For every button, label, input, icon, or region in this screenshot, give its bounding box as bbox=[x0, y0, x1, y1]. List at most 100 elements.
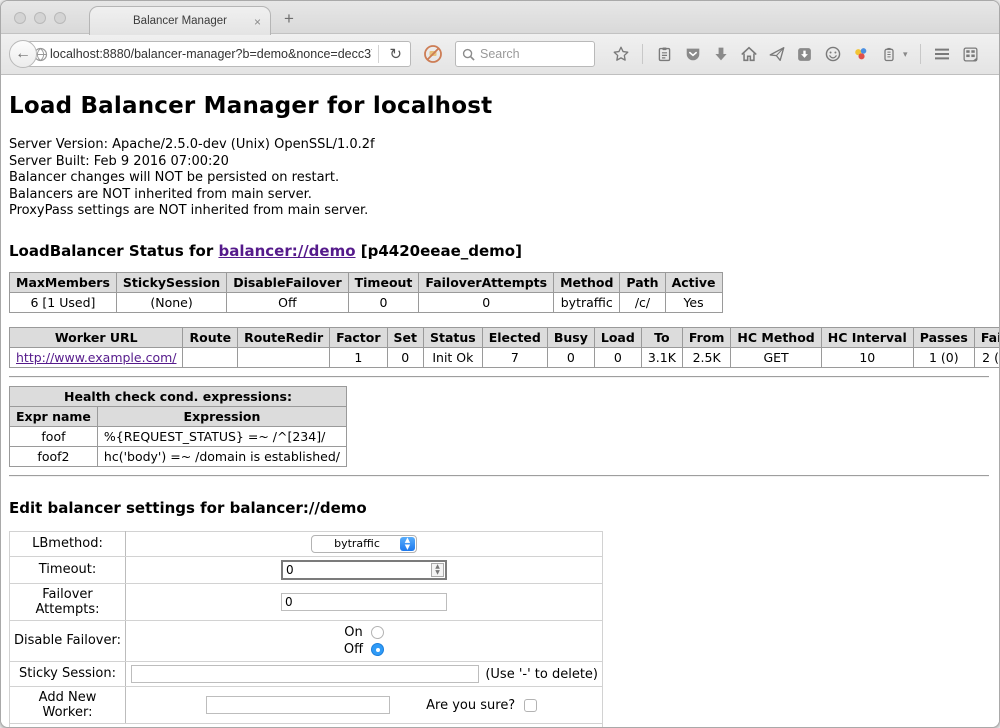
browser-window: Balancer Manager × + ← ↻ bbox=[0, 0, 1000, 728]
send-icon[interactable] bbox=[767, 45, 786, 64]
worker-url-link[interactable]: http://www.example.com/ bbox=[16, 350, 176, 365]
sticky-session-row: Sticky Session: (Use '-' to delete) bbox=[10, 661, 603, 686]
cell-expr-name: foof bbox=[10, 426, 98, 446]
failover-on-radio[interactable] bbox=[371, 626, 384, 639]
failover-off-radio[interactable] bbox=[371, 643, 384, 656]
home-icon[interactable] bbox=[739, 45, 758, 64]
cell-factor: 1 bbox=[330, 347, 387, 367]
submit-row: Submit bbox=[10, 723, 603, 728]
cell-expression: %{REQUEST_STATUS} =~ /^[234]/ bbox=[97, 426, 346, 446]
url-input[interactable] bbox=[50, 47, 372, 61]
toolbar-separator bbox=[920, 44, 921, 64]
loadbalancer-status-heading: LoadBalancer Status for balancer://demo … bbox=[9, 242, 989, 260]
url-bar[interactable]: ↻ bbox=[27, 41, 411, 67]
zoom-window-button[interactable] bbox=[54, 12, 66, 24]
col-worker-url: Worker URL bbox=[10, 327, 183, 347]
search-input[interactable] bbox=[480, 47, 588, 61]
worker-table: Worker URL Route RouteRedir Factor Set S… bbox=[9, 327, 999, 368]
col-route: Route bbox=[183, 327, 238, 347]
tab-balancer-manager[interactable]: Balancer Manager × bbox=[89, 6, 271, 35]
cell-active: Yes bbox=[665, 292, 722, 312]
cell-maxmembers: 6 [1 Used] bbox=[10, 292, 117, 312]
add-worker-input[interactable] bbox=[206, 696, 390, 714]
minimize-window-button[interactable] bbox=[34, 12, 46, 24]
are-you-sure-label: Are you sure? bbox=[426, 698, 515, 713]
col-disablefailover: DisableFailover bbox=[227, 272, 348, 292]
close-window-button[interactable] bbox=[14, 12, 26, 24]
search-bar[interactable] bbox=[455, 41, 595, 67]
cell-busy: 0 bbox=[547, 347, 594, 367]
cell-method: bytraffic bbox=[554, 292, 620, 312]
col-to: To bbox=[641, 327, 682, 347]
timeout-input[interactable] bbox=[286, 563, 431, 577]
edit-balancer-form: LBmethod: bytraffic ▲▼ Timeout: ▲▼ bbox=[9, 531, 603, 728]
smiley-icon[interactable] bbox=[823, 45, 842, 64]
col-elected: Elected bbox=[482, 327, 547, 347]
disable-failover-row: Disable Failover: On Off bbox=[10, 620, 603, 661]
cell-load: 0 bbox=[594, 347, 641, 367]
downloads-icon[interactable] bbox=[711, 45, 730, 64]
cell-hc-interval: 10 bbox=[821, 347, 913, 367]
health-table-row: foof2 hc('body') =~ /domain is establish… bbox=[10, 446, 347, 466]
separator bbox=[9, 475, 989, 477]
server-info: Server Version: Apache/2.5.0-dev (Unix) … bbox=[9, 137, 989, 220]
cell-timeout: 0 bbox=[348, 292, 419, 312]
col-method: Method bbox=[554, 272, 620, 292]
pocket-icon[interactable] bbox=[683, 45, 702, 64]
chevron-down-icon[interactable]: ▾ bbox=[903, 49, 908, 60]
cell-elected: 7 bbox=[482, 347, 547, 367]
select-stepper-icon: ▲▼ bbox=[400, 537, 415, 551]
cell-path: /c/ bbox=[620, 292, 665, 312]
reading-list-icon[interactable] bbox=[655, 45, 674, 64]
reload-icon[interactable]: ↻ bbox=[385, 47, 406, 62]
menu-icon[interactable] bbox=[933, 45, 952, 64]
cell-passes: 1 (0) bbox=[913, 347, 974, 367]
lbmethod-label: LBmethod: bbox=[10, 531, 126, 556]
worker-table-header-row: Worker URL Route RouteRedir Factor Set S… bbox=[10, 327, 1000, 347]
toolbar-icons: ▾ bbox=[611, 44, 980, 64]
extension-download-icon[interactable] bbox=[795, 45, 814, 64]
page-content: Load Balancer Manager for localhost Serv… bbox=[1, 75, 999, 728]
separator bbox=[9, 376, 989, 378]
status-heading-prefix: LoadBalancer Status for bbox=[9, 242, 218, 260]
col-hc-method: HC Method bbox=[731, 327, 821, 347]
number-spinner-icon[interactable]: ▲▼ bbox=[431, 563, 444, 577]
content-blocked-icon[interactable] bbox=[423, 44, 443, 64]
close-tab-icon[interactable]: × bbox=[254, 15, 261, 29]
health-check-table: Health check cond. expressions: Expr nam… bbox=[9, 386, 347, 467]
worker-table-row: http://www.example.com/ 1 0 Init Ok 7 0 … bbox=[10, 347, 1000, 367]
timeout-label: Timeout: bbox=[10, 556, 126, 583]
col-failoverattempts: FailoverAttempts bbox=[419, 272, 554, 292]
cell-expression: hc('body') =~ /domain is established/ bbox=[97, 446, 346, 466]
are-you-sure-checkbox[interactable] bbox=[524, 699, 537, 712]
cell-disablefailover: Off bbox=[227, 292, 348, 312]
proxypass-note-line: ProxyPass settings are NOT inherited fro… bbox=[9, 203, 989, 220]
lbmethod-select[interactable]: bytraffic ▲▼ bbox=[311, 535, 417, 553]
timeout-row: Timeout: ▲▼ bbox=[10, 556, 603, 583]
bookmark-star-icon[interactable] bbox=[611, 45, 630, 64]
col-set: Set bbox=[387, 327, 423, 347]
server-built-line: Server Built: Feb 9 2016 07:00:20 bbox=[9, 154, 989, 171]
back-button[interactable]: ← bbox=[9, 40, 37, 68]
health-table-title-row: Health check cond. expressions: bbox=[10, 386, 347, 406]
navigation-toolbar: ← ↻ bbox=[1, 34, 999, 75]
sticky-session-input[interactable] bbox=[131, 665, 479, 683]
health-table-row: foof %{REQUEST_STATUS} =~ /^[234]/ bbox=[10, 426, 347, 446]
server-version-line: Server Version: Apache/2.5.0-dev (Unix) … bbox=[9, 137, 989, 154]
col-busy: Busy bbox=[547, 327, 594, 347]
col-active: Active bbox=[665, 272, 722, 292]
col-timeout: Timeout bbox=[348, 272, 419, 292]
health-table-title: Health check cond. expressions: bbox=[10, 386, 347, 406]
failover-attempts-input[interactable] bbox=[281, 593, 447, 611]
page-title: Load Balancer Manager for localhost bbox=[9, 93, 989, 119]
new-tab-button[interactable]: + bbox=[284, 9, 294, 29]
sticky-session-label: Sticky Session: bbox=[10, 661, 126, 686]
disable-failover-label: Disable Failover: bbox=[10, 620, 126, 661]
cell-from: 2.5K bbox=[682, 347, 731, 367]
colors-icon[interactable] bbox=[851, 45, 870, 64]
battery-icon[interactable] bbox=[879, 45, 898, 64]
cell-route bbox=[183, 347, 238, 367]
timeout-input-wrap: ▲▼ bbox=[281, 560, 447, 580]
tab-grid-icon[interactable] bbox=[961, 45, 980, 64]
balancer-demo-link[interactable]: balancer://demo bbox=[218, 242, 355, 260]
